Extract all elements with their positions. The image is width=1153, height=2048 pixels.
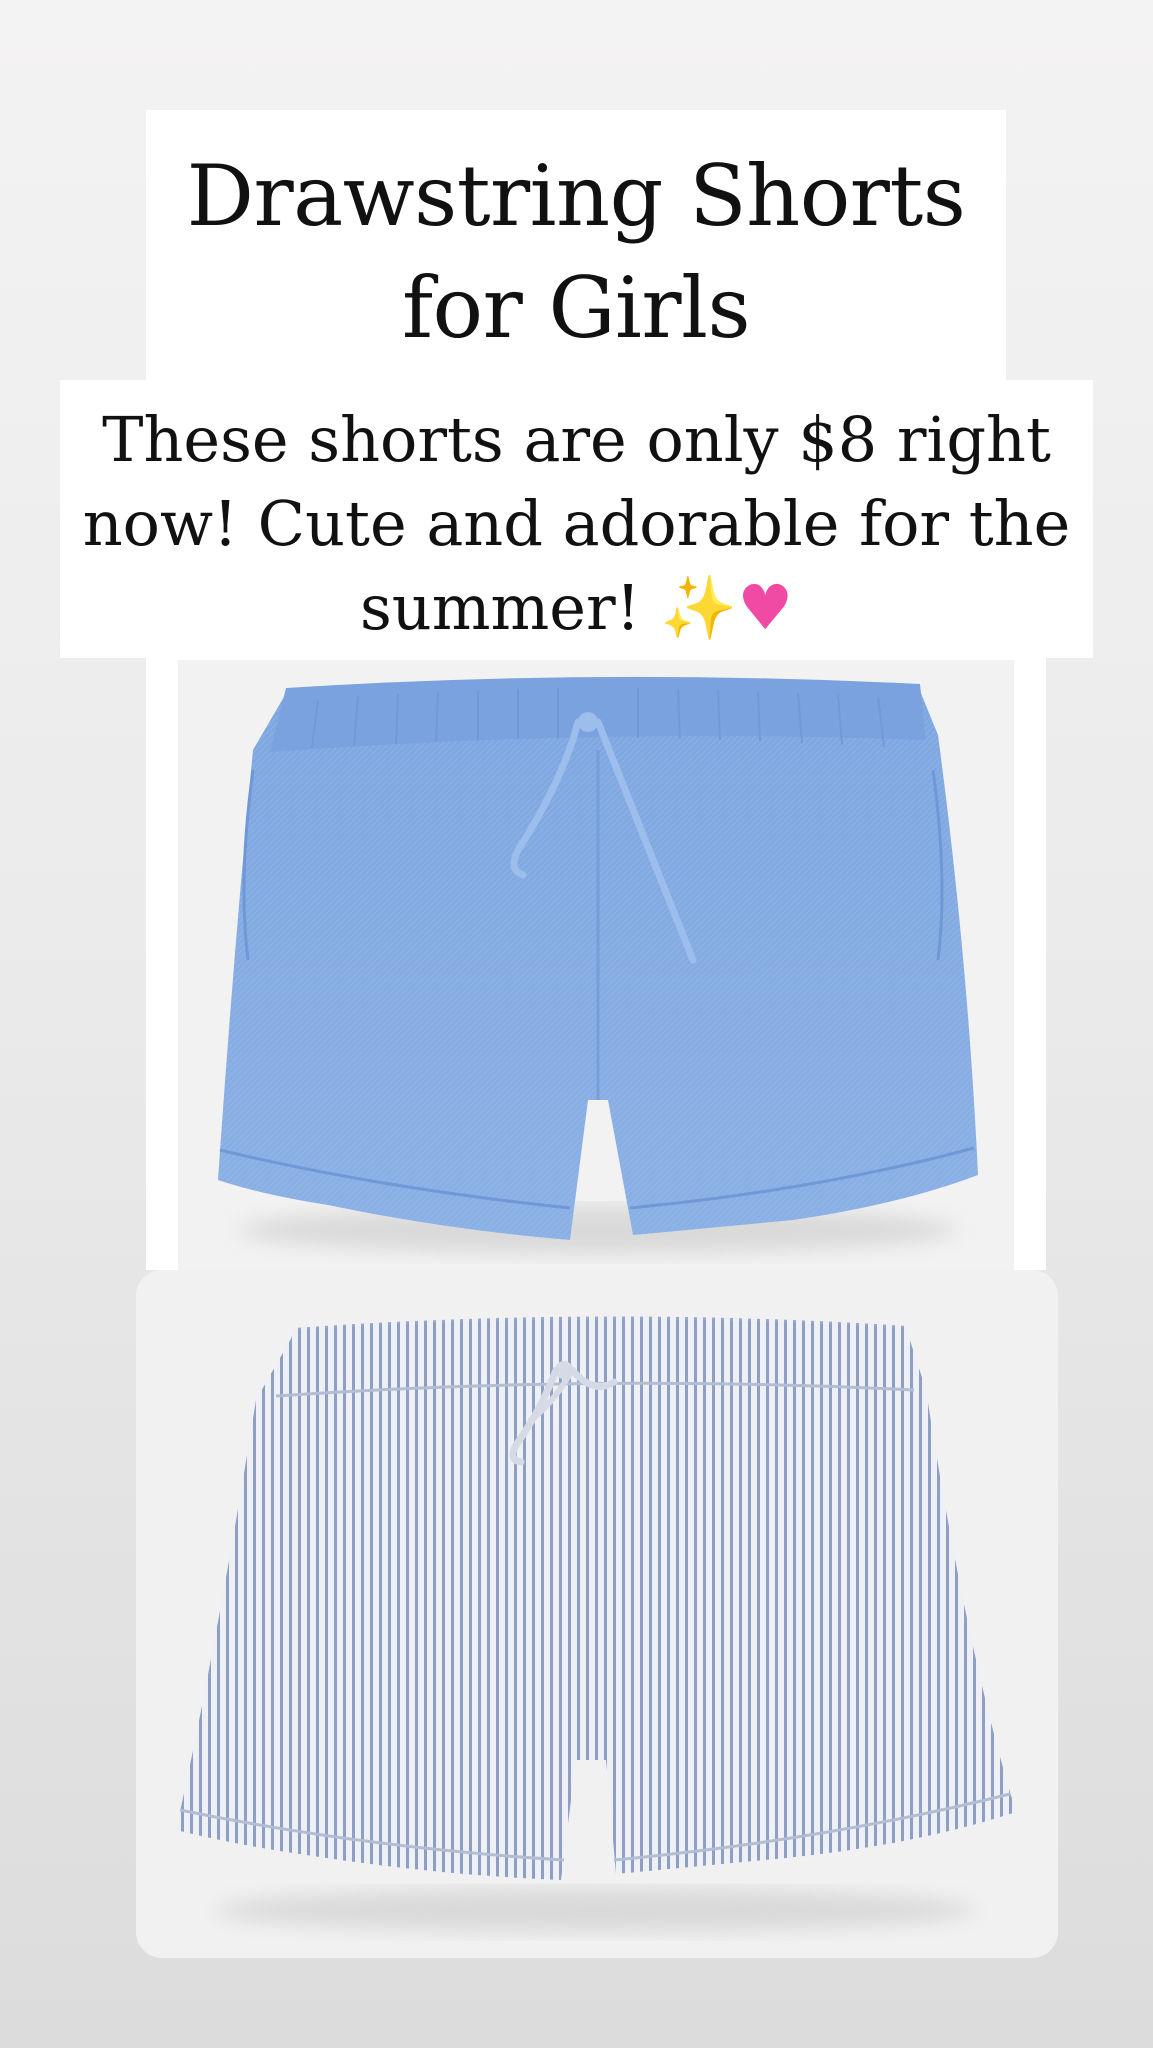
striped-shorts-illustration — [176, 1316, 1016, 1932]
title-line-1: Drawstring Shorts — [186, 147, 966, 245]
title-line-2: for Girls — [401, 259, 751, 357]
product-image-chambray-shorts[interactable] — [178, 660, 1014, 1270]
chambray-shorts-illustration — [218, 676, 978, 1254]
sparkles-icon: ✨ — [660, 571, 738, 644]
pink-heart-icon: ♥ — [737, 571, 794, 644]
story-caption: These shorts are only $8 right now! Cute… — [60, 398, 1093, 650]
caption-line-3: summer! — [359, 571, 641, 644]
caption-line-1: These shorts are only $8 right — [102, 403, 1051, 476]
story-title: Drawstring Shorts for Girls — [146, 140, 1006, 364]
story-canvas: Drawstring Shorts for Girls These shorts… — [0, 0, 1153, 2048]
caption-line-2: now! Cute and adorable for the — [82, 487, 1071, 560]
product-image-striped-shorts[interactable] — [136, 1270, 1058, 1958]
